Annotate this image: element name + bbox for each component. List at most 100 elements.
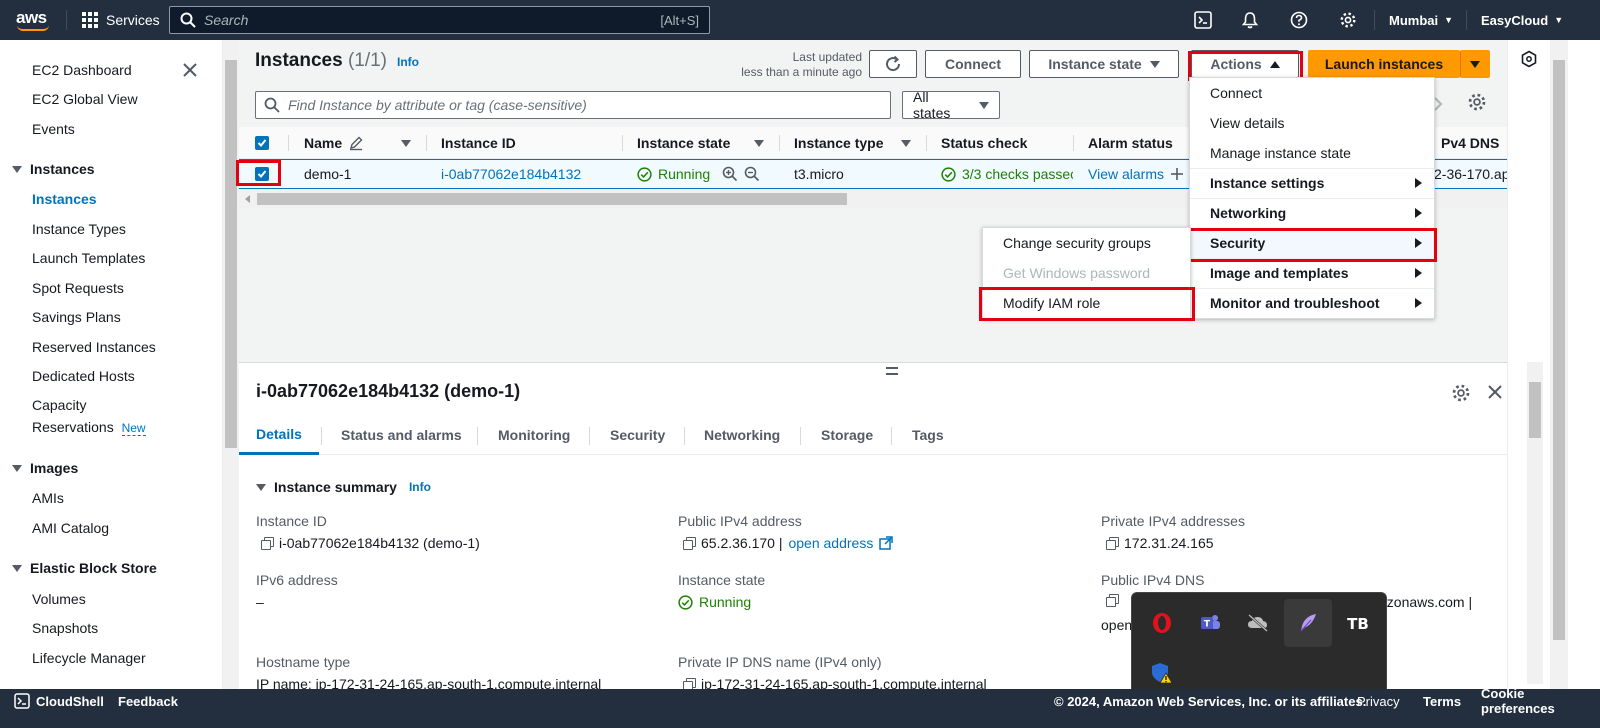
sidebar-item-ec2-global-view[interactable]: EC2 Global View <box>32 91 138 107</box>
chevron-left-icon[interactable] <box>242 190 254 208</box>
tab-details[interactable]: Details <box>239 415 319 455</box>
column-public-dns[interactable]: Pv4 DNS <box>1441 127 1499 159</box>
feather-icon[interactable] <box>1284 599 1332 647</box>
sidebar-item-savings-plans[interactable]: Savings Plans <box>32 309 121 325</box>
column-name-sort[interactable] <box>401 127 411 159</box>
sidebar-item-spot-requests[interactable]: Spot Requests <box>32 280 124 296</box>
column-instance-state[interactable]: Instance state <box>637 127 730 159</box>
sidebar-item-ec2-dashboard[interactable]: EC2 Dashboard <box>32 62 132 78</box>
hexagon-icon[interactable] <box>1520 50 1538 68</box>
aws-logo[interactable]: aws <box>16 8 52 32</box>
sidebar-item-amis[interactable]: AMIs <box>32 490 64 506</box>
services-menu[interactable]: Services <box>82 0 160 40</box>
teams-icon[interactable]: T <box>1186 599 1234 647</box>
menu-item-networking[interactable]: Networking <box>1190 198 1434 228</box>
tb-icon[interactable]: TB <box>1334 599 1382 647</box>
cloud-offline-icon[interactable] <box>1234 599 1282 647</box>
instance-state-button[interactable]: Instance state <box>1029 50 1179 78</box>
opera-icon[interactable] <box>1138 599 1186 647</box>
tab-monitoring[interactable]: Monitoring <box>498 415 570 455</box>
caret-down-icon <box>979 101 989 109</box>
tab-security[interactable]: Security <box>610 415 665 455</box>
column-type-sort[interactable] <box>901 127 911 159</box>
column-status-check[interactable]: Status check <box>941 127 1027 159</box>
launch-dropdown-button[interactable] <box>1460 50 1490 78</box>
preferences-gear-icon[interactable] <box>1467 92 1487 114</box>
details-gear-icon[interactable] <box>1451 383 1471 403</box>
submenu-item-modify-iam-role[interactable]: Modify IAM role <box>983 288 1190 318</box>
sidebar-item-snapshots[interactable]: Snapshots <box>32 620 98 636</box>
menu-item-view-details[interactable]: View details <box>1190 108 1434 138</box>
help-icon[interactable] <box>1289 10 1309 30</box>
close-icon[interactable] <box>1486 383 1504 401</box>
menu-item-security[interactable]: Security <box>1190 228 1434 258</box>
launch-instances-button[interactable]: Launch instances <box>1308 50 1460 78</box>
sidebar-item-instance-types[interactable]: Instance Types <box>32 221 126 237</box>
sidebar-section-instances[interactable]: Instances <box>12 161 95 177</box>
terms-link[interactable]: Terms <box>1423 689 1461 713</box>
cookie-preferences-link[interactable]: Cookie preferences <box>1481 686 1600 716</box>
copy-icon[interactable] <box>683 537 696 550</box>
copy-icon[interactable] <box>1106 594 1119 607</box>
sidebar-section-elastic-block-store[interactable]: Elastic Block Store <box>12 560 157 576</box>
submenu-item-change-security-groups[interactable]: Change security groups <box>983 228 1190 258</box>
column-name[interactable]: Name <box>304 127 364 159</box>
sidebar-item-lifecycle-manager[interactable]: Lifecycle Manager <box>32 650 146 666</box>
states-select[interactable]: All states <box>902 89 1000 121</box>
sidebar-item-capacity[interactable]: Capacity <box>32 397 86 413</box>
sidebar-item-capacity-reservations[interactable]: Reservations New <box>32 419 146 436</box>
search-input[interactable]: Search [Alt+S] <box>169 6 710 34</box>
tab-status-and-alarms[interactable]: Status and alarms <box>341 415 462 455</box>
sidebar-scrollbar[interactable] <box>223 40 239 700</box>
feedback-link[interactable]: Feedback <box>118 689 178 713</box>
sidebar-item-instances[interactable]: Instances <box>32 191 97 207</box>
actions-button[interactable]: Actions <box>1191 50 1299 78</box>
close-icon[interactable] <box>180 60 200 80</box>
tab-tags[interactable]: Tags <box>912 415 944 455</box>
open-address-link[interactable]: open address <box>788 535 873 551</box>
sidebar-item-dedicated-hosts[interactable]: Dedicated Hosts <box>32 368 135 384</box>
row-checkbox[interactable] <box>255 160 269 188</box>
instance-summary-toggle[interactable]: Instance summary Info <box>256 479 431 495</box>
info-link[interactable]: Info <box>397 55 419 69</box>
cell-instance-id-link[interactable]: i-0ab77062e184b4132 <box>441 160 581 188</box>
page-scrollbar[interactable] <box>1550 40 1568 700</box>
tab-networking[interactable]: Networking <box>704 415 780 455</box>
menu-item-manage-instance-state[interactable]: Manage instance state <box>1190 138 1434 168</box>
view-alarms-link[interactable]: View alarms <box>1088 160 1184 188</box>
public-dns-open-link[interactable]: open <box>1101 617 1132 633</box>
column-state-sort[interactable] <box>754 127 764 159</box>
sidebar-item-reserved-instances[interactable]: Reserved Instances <box>32 339 156 355</box>
info-link[interactable]: Info <box>409 480 431 494</box>
copy-icon[interactable] <box>1106 537 1119 550</box>
zoom-in-icon[interactable] <box>722 166 738 182</box>
sidebar-item-ami-catalog[interactable]: AMI Catalog <box>32 520 109 536</box>
menu-item-instance-settings[interactable]: Instance settings <box>1190 168 1434 198</box>
menu-item-image-and-templates[interactable]: Image and templates <box>1190 258 1434 288</box>
cloudshell-button[interactable]: CloudShell <box>14 689 104 713</box>
gear-icon[interactable] <box>1338 10 1358 30</box>
details-scrollbar[interactable] <box>1527 362 1543 684</box>
cloudshell-icon[interactable] <box>1193 10 1213 30</box>
bell-icon[interactable] <box>1240 10 1260 30</box>
tab-storage[interactable]: Storage <box>821 415 873 455</box>
region-selector[interactable]: Mumbai ▼ <box>1389 0 1453 40</box>
connect-button[interactable]: Connect <box>925 50 1021 78</box>
select-all-checkbox[interactable] <box>255 127 269 159</box>
column-instance-id[interactable]: Instance ID <box>441 127 516 159</box>
column-instance-type[interactable]: Instance type <box>794 127 883 159</box>
column-alarm-status[interactable]: Alarm status <box>1088 127 1173 159</box>
account-menu[interactable]: EasyCloud ▼ <box>1481 0 1563 40</box>
sidebar-section-images[interactable]: Images <box>12 460 78 476</box>
zoom-out-icon[interactable] <box>744 166 760 182</box>
sidebar-item-events[interactable]: Events <box>32 121 75 137</box>
menu-item-connect[interactable]: Connect <box>1190 78 1434 108</box>
copy-icon[interactable] <box>261 537 274 550</box>
sidebar-item-launch-templates[interactable]: Launch Templates <box>32 250 145 266</box>
resize-handle[interactable] <box>886 367 898 375</box>
sidebar-item-volumes[interactable]: Volumes <box>32 591 86 607</box>
privacy-link[interactable]: Privacy <box>1357 689 1400 713</box>
menu-item-monitor-and-troubleshoot[interactable]: Monitor and troubleshoot <box>1190 288 1434 318</box>
refresh-button[interactable] <box>869 50 917 78</box>
instance-filter-input[interactable]: Find Instance by attribute or tag (case-… <box>255 91 891 119</box>
